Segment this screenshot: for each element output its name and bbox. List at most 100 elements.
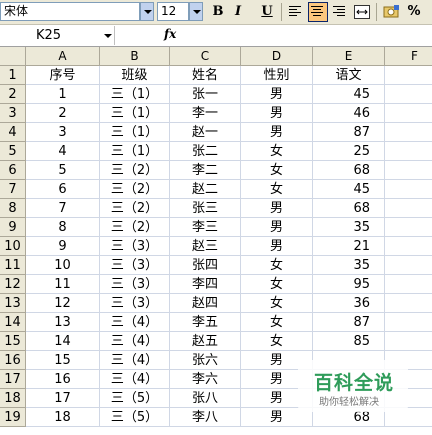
cell-a[interactable]: 11 xyxy=(26,275,100,294)
cell-c[interactable]: 张八 xyxy=(170,389,241,408)
font-name-field[interactable]: 宋体 xyxy=(0,2,140,21)
cell-f[interactable] xyxy=(385,85,432,104)
cell-a[interactable]: 3 xyxy=(26,123,100,142)
cell-a[interactable]: 15 xyxy=(26,351,100,370)
cell-d[interactable]: 女 xyxy=(241,142,313,161)
cell-d[interactable]: 女 xyxy=(241,294,313,313)
cell-b[interactable]: 三（4） xyxy=(100,351,170,370)
cell-d[interactable]: 女 xyxy=(241,161,313,180)
cell-e[interactable]: 25 xyxy=(313,142,385,161)
row-header[interactable]: 17 xyxy=(0,370,26,389)
cell-a[interactable]: 14 xyxy=(26,332,100,351)
row-header[interactable]: 3 xyxy=(0,104,26,123)
cell-c[interactable]: 赵四 xyxy=(170,294,241,313)
cell-b[interactable]: 三（3） xyxy=(100,294,170,313)
cell-f[interactable] xyxy=(385,104,432,123)
insert-function-icon[interactable]: fx xyxy=(164,27,176,41)
row-header[interactable]: 15 xyxy=(0,332,26,351)
align-left-button[interactable] xyxy=(286,2,306,22)
row-header[interactable]: 5 xyxy=(0,142,26,161)
align-center-button[interactable] xyxy=(308,2,328,22)
cell-c[interactable]: 赵一 xyxy=(170,123,241,142)
align-right-button[interactable] xyxy=(330,2,350,22)
cell-e[interactable]: 36 xyxy=(313,294,385,313)
cell-a[interactable]: 8 xyxy=(26,218,100,237)
cell-c[interactable]: 李四 xyxy=(170,275,241,294)
cell-f[interactable] xyxy=(385,199,432,218)
bold-button[interactable]: B xyxy=(208,2,228,22)
cell-f[interactable] xyxy=(385,66,432,85)
cell-a[interactable]: 2 xyxy=(26,104,100,123)
cell-b[interactable]: 班级 xyxy=(100,66,170,85)
cell-b[interactable]: 三（1） xyxy=(100,104,170,123)
column-header-a[interactable]: A xyxy=(26,47,100,66)
cell-b[interactable]: 三（5） xyxy=(100,389,170,408)
cell-c[interactable]: 姓名 xyxy=(170,66,241,85)
cell-e[interactable]: 87 xyxy=(313,313,385,332)
cell-f[interactable] xyxy=(385,161,432,180)
cell-b[interactable]: 三（4） xyxy=(100,370,170,389)
cell-c[interactable]: 赵三 xyxy=(170,237,241,256)
cell-d[interactable]: 男 xyxy=(241,85,313,104)
cell-f[interactable] xyxy=(385,313,432,332)
cell-a[interactable]: 9 xyxy=(26,237,100,256)
cell-d[interactable]: 性别 xyxy=(241,66,313,85)
cell-c[interactable]: 赵二 xyxy=(170,180,241,199)
cell-e[interactable]: 95 xyxy=(313,275,385,294)
cell-b[interactable]: 三（4） xyxy=(100,313,170,332)
font-size-field[interactable]: 12 xyxy=(157,2,189,21)
cell-d[interactable]: 女 xyxy=(241,256,313,275)
cell-e[interactable]: 46 xyxy=(313,104,385,123)
cell-d[interactable]: 男 xyxy=(241,123,313,142)
row-header[interactable]: 19 xyxy=(0,408,26,427)
font-size-dropdown[interactable] xyxy=(189,2,203,21)
cell-a[interactable]: 6 xyxy=(26,180,100,199)
cell-d[interactable]: 男 xyxy=(241,218,313,237)
cell-c[interactable]: 李六 xyxy=(170,370,241,389)
cell-b[interactable]: 三（2） xyxy=(100,180,170,199)
cell-f[interactable] xyxy=(385,275,432,294)
cell-b[interactable]: 三（3） xyxy=(100,275,170,294)
cell-f[interactable] xyxy=(385,180,432,199)
italic-button[interactable]: I xyxy=(228,2,248,22)
row-header[interactable]: 16 xyxy=(0,351,26,370)
cell-c[interactable]: 张六 xyxy=(170,351,241,370)
cell-d[interactable]: 女 xyxy=(241,275,313,294)
cell-a[interactable]: 18 xyxy=(26,408,100,427)
cell-b[interactable]: 三（2） xyxy=(100,199,170,218)
cell-a[interactable]: 7 xyxy=(26,199,100,218)
cell-c[interactable]: 张三 xyxy=(170,199,241,218)
row-header[interactable]: 4 xyxy=(0,123,26,142)
cell-b[interactable]: 三（1） xyxy=(100,142,170,161)
column-header-c[interactable]: C xyxy=(170,47,241,66)
column-header-e[interactable]: E xyxy=(313,47,385,66)
cell-b[interactable]: 三（1） xyxy=(100,85,170,104)
cell-b[interactable]: 三（3） xyxy=(100,256,170,275)
cell-c[interactable]: 赵五 xyxy=(170,332,241,351)
row-header[interactable]: 9 xyxy=(0,218,26,237)
row-header[interactable]: 1 xyxy=(0,66,26,85)
cell-f[interactable] xyxy=(385,142,432,161)
cell-a[interactable]: 5 xyxy=(26,161,100,180)
row-header[interactable]: 8 xyxy=(0,199,26,218)
cell-e[interactable]: 45 xyxy=(313,85,385,104)
select-all-corner[interactable] xyxy=(0,47,26,66)
cell-c[interactable]: 张四 xyxy=(170,256,241,275)
currency-button[interactable] xyxy=(382,2,402,22)
cell-c[interactable]: 李一 xyxy=(170,104,241,123)
underline-button[interactable]: U xyxy=(257,2,277,22)
row-header[interactable]: 6 xyxy=(0,161,26,180)
cell-b[interactable]: 三（5） xyxy=(100,408,170,427)
cell-f[interactable] xyxy=(385,294,432,313)
row-header[interactable]: 2 xyxy=(0,85,26,104)
cell-e[interactable]: 语文 xyxy=(313,66,385,85)
row-header[interactable]: 12 xyxy=(0,275,26,294)
cell-b[interactable]: 三（4） xyxy=(100,332,170,351)
cell-a[interactable]: 13 xyxy=(26,313,100,332)
cell-f[interactable] xyxy=(385,237,432,256)
cell-a[interactable]: 序号 xyxy=(26,66,100,85)
cell-d[interactable]: 男 xyxy=(241,199,313,218)
cell-c[interactable]: 李八 xyxy=(170,408,241,427)
cell-a[interactable]: 12 xyxy=(26,294,100,313)
row-header[interactable]: 7 xyxy=(0,180,26,199)
